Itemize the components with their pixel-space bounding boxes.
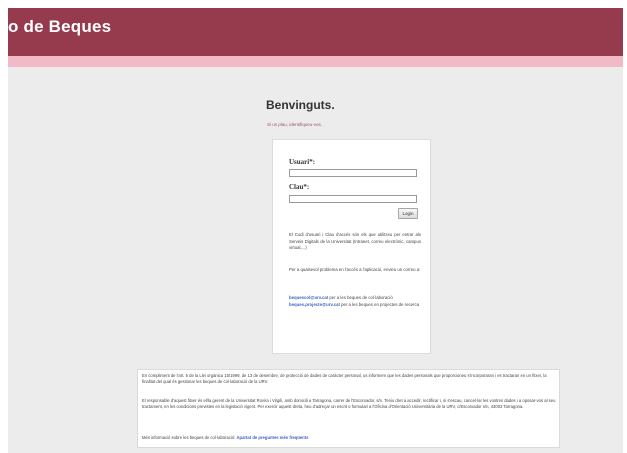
login-panel: Usuari*: Clau*: Login El Codi d'usuari i… [272,139,431,354]
username-label: Usuari*: [289,158,316,166]
password-input[interactable] [289,195,417,203]
contact-research-desc: per a les beques en projectes de recerca [339,301,419,307]
accent-bar [8,56,623,67]
password-label: Clau*: [289,183,310,191]
privacy-notice: En compliment de l'art. 5 de la Llei org… [137,369,560,448]
privacy-paragraph-1: En compliment de l'art. 5 de la Llei org… [142,373,547,385]
faq-paragraph: Més informació sobre les beques de col·l… [142,435,556,441]
contact-research: beques.projecte@urv.cat per a les beques… [289,302,421,309]
privacy-paragraph-2: El responsable d'aquest fitxer és el/la … [142,398,556,410]
welcome-heading: Benvinguts. [266,98,335,112]
contact-collaboration-desc: per a les beques de col·laboració [328,295,393,300]
app-header: o de Beques [8,8,623,56]
faq-link[interactable]: Apartat de preguntes més freqüents [237,435,309,440]
login-button[interactable]: Login [398,208,418,219]
app-title: o de Beques [8,17,112,36]
credentials-info: El Codi d'usuari i Clau d'accés són els … [289,232,421,251]
contact-collaboration: bequescol@urv.cat per a les beques de co… [289,295,421,302]
page-frame: o de Beques Benvinguts. Si us plau, iden… [8,8,623,453]
faq-text: Més informació sobre les beques de col·l… [142,435,237,440]
email-link-research[interactable]: beques.projecte@urv.cat [289,302,340,307]
identify-prompt: Si us plau, identifiqueu-vos. [267,122,323,127]
support-contacts: bequescol@urv.cat per a les beques de co… [289,295,421,308]
support-info: Per a qualsevol problema en l'accés a l'… [289,267,421,272]
email-link-collaboration[interactable]: bequescol@urv.cat [289,295,328,300]
username-input[interactable] [289,169,417,177]
